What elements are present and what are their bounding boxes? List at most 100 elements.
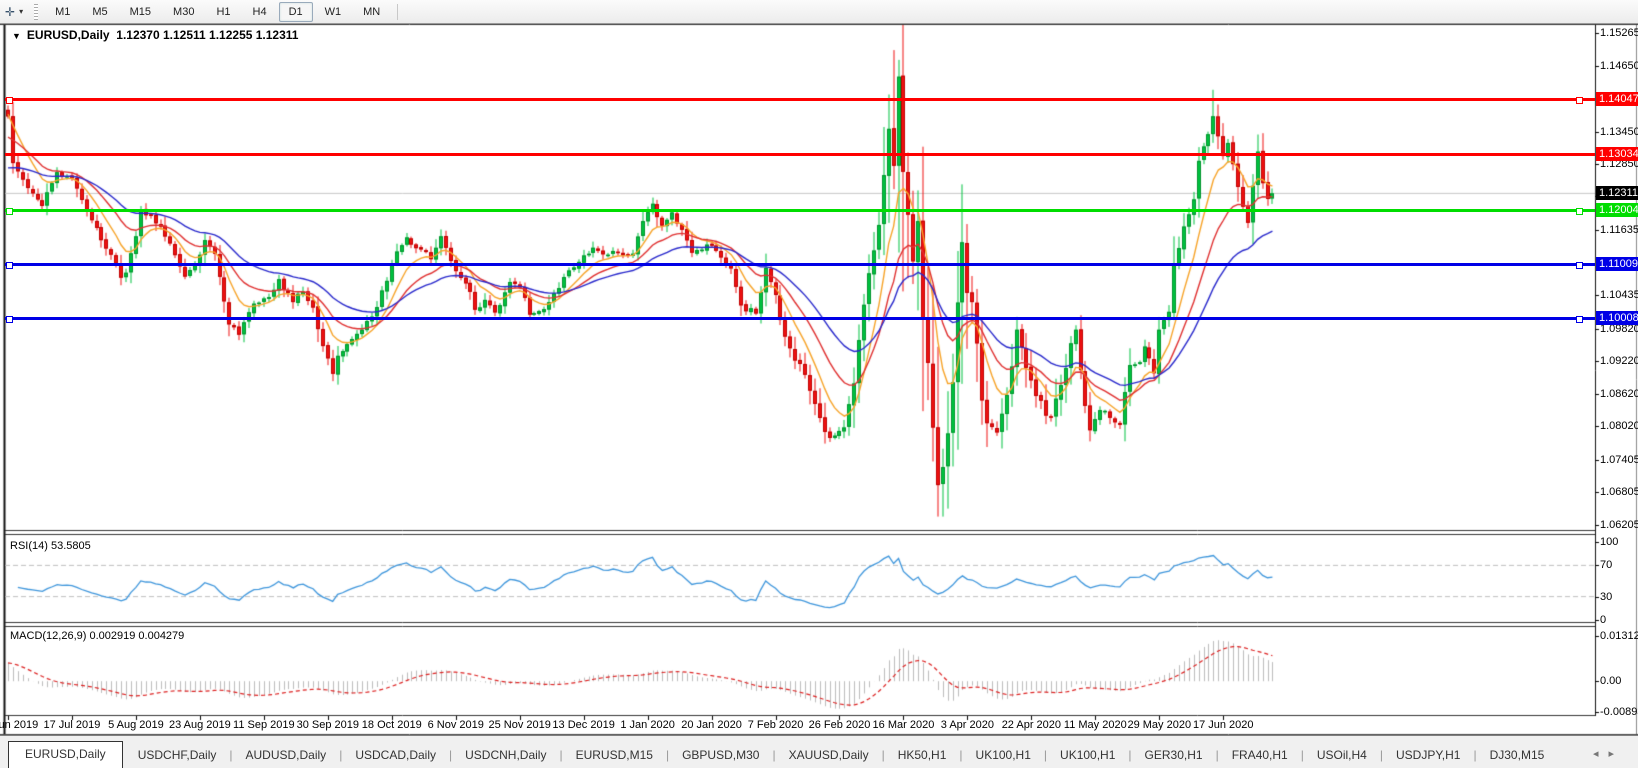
chart-overlays: ▼ EURUSD,Daily 1.12370 1.12511 1.12255 1.… <box>0 0 1638 767</box>
timeframe-button-m1[interactable]: M1 <box>45 2 80 22</box>
chart-tab-usdcad-daily[interactable]: USDCAD,Daily <box>342 743 449 768</box>
chart-tab-bar: EURUSD,Daily USDCHF,Daily | AUDUSD,Daily | US… <box>0 735 1638 768</box>
price-axis-tick: 1.06205 <box>1600 519 1638 531</box>
date-axis-label: 22 Apr 2020 <box>1001 719 1062 731</box>
rsi-axis-tick: 30 <box>1600 590 1613 603</box>
timeframe-button-mn[interactable]: MN <box>353 2 390 22</box>
timeframe-button-m15[interactable]: M15 <box>120 2 161 22</box>
date-axis-label: 3 Apr 2020 <box>940 719 994 731</box>
price-axis-tick: 1.10435 <box>1600 289 1638 302</box>
date-axis-label: 25 Nov 2019 <box>488 719 551 731</box>
price-hline-1.11009[interactable] <box>5 262 1595 266</box>
date-axis-label: 29 May 2020 <box>1127 719 1192 731</box>
price-axis-tick: 1.06805 <box>1600 486 1638 499</box>
chart-tab-hk50-h1[interactable]: HK50,H1 <box>885 743 960 768</box>
price-axis-tick: 1.15265 <box>1600 27 1638 39</box>
chart-tab-fra40-h1[interactable]: FRA40,H1 <box>1219 743 1301 768</box>
chart-tab-eurusd-daily[interactable]: EURUSD,Daily <box>8 741 123 768</box>
rsi-indicator-label: RSI(14) 53.5805 <box>10 540 91 552</box>
chart-tab-audusd-daily[interactable]: AUDUSD,Daily <box>233 743 340 768</box>
date-axis-label: 18 Oct 2019 <box>361 719 422 731</box>
price-axis-tick: 1.11635 <box>1600 224 1638 237</box>
macd-axis-tick: -0.008933 <box>1600 706 1638 718</box>
toolbar-grip <box>34 3 39 20</box>
cursor-tool-button[interactable]: ✛ ▾ <box>2 4 26 20</box>
hline-drag-handle[interactable] <box>6 261 13 269</box>
date-axis-label: 13 Dec 2019 <box>552 719 615 731</box>
hline-price-label: 1.10008 <box>1596 311 1638 326</box>
chart-ohlc-values: 1.12370 1.12511 1.12255 1.12311 <box>116 28 299 42</box>
timeframe-button-w1[interactable]: W1 <box>315 2 352 22</box>
hline-drag-handle[interactable] <box>1576 315 1583 323</box>
chart-tab-xauusd-daily[interactable]: XAUUSD,Daily <box>776 743 882 768</box>
chevron-down-icon: ▾ <box>19 7 24 16</box>
hline-price-label: 1.11009 <box>1596 257 1638 272</box>
timeframe-buttons: M1 M5 M15 M30 H1 H4 D1 W1 MN <box>44 1 391 22</box>
macd-axis-tick: 0.00 <box>1600 675 1622 688</box>
price-axis-tick: 1.14650 <box>1600 60 1638 73</box>
price-axis-tick: 1.08620 <box>1600 387 1638 400</box>
chart-menu-triangle-icon[interactable]: ▼ <box>12 31 21 41</box>
price-axis-tick: 1.13450 <box>1600 125 1638 138</box>
date-axis-label: 26 Feb 2020 <box>808 719 871 731</box>
chart-tab-eurusd-m15[interactable]: EURUSD,M15 <box>563 743 666 768</box>
price-hline-1.13034[interactable] <box>5 152 1595 156</box>
date-axis-label: 28 Jun 2019 <box>0 719 39 731</box>
hline-price-label: 1.14047 <box>1596 92 1638 107</box>
chart-tab-usdjpy-h1[interactable]: USDJPY,H1 <box>1383 743 1473 768</box>
price-axis-tick: 1.07405 <box>1600 453 1638 466</box>
date-axis-label: 16 Mar 2020 <box>872 719 935 731</box>
rsi-axis-tick: 0 <box>1600 614 1607 626</box>
price-hline-1.14047[interactable] <box>5 97 1595 101</box>
timeframe-toolbar: ✛ ▾ M1 M5 M15 M30 H1 H4 D1 W1 MN <box>0 0 1638 24</box>
hline-price-label: 1.12004 <box>1596 203 1638 218</box>
chart-tab-dj30-m15[interactable]: DJ30,M15 <box>1477 743 1558 768</box>
chart-tab-ger30-h1[interactable]: GER30,H1 <box>1132 743 1216 768</box>
chart-tab-usoil-h4[interactable]: USOil,H4 <box>1304 743 1380 768</box>
date-axis-label: 17 Jun 2020 <box>1192 719 1254 731</box>
rsi-axis-tick: 100 <box>1600 536 1619 548</box>
date-axis-label: 23 Aug 2019 <box>168 719 231 731</box>
hline-drag-handle[interactable] <box>6 315 13 323</box>
hline-drag-handle[interactable] <box>6 207 13 215</box>
chart-title: ▼ EURUSD,Daily 1.12370 1.12511 1.12255 1.… <box>12 28 298 42</box>
date-axis-label: 17 Jul 2019 <box>43 719 101 731</box>
timeframe-button-m30[interactable]: M30 <box>163 2 204 22</box>
timeframe-button-m5[interactable]: M5 <box>82 2 117 22</box>
chart-tab-usdchf-daily[interactable]: USDCHF,Daily <box>125 743 230 768</box>
crosshair-icon: ✛ <box>5 4 16 19</box>
date-axis-label: 5 Aug 2019 <box>108 719 164 731</box>
timeframe-button-d1[interactable]: D1 <box>278 1 313 22</box>
date-axis-label: 6 Nov 2019 <box>427 719 484 731</box>
date-axis-label: 30 Sep 2019 <box>296 719 359 731</box>
price-hline-1.12004[interactable] <box>5 208 1595 212</box>
price-axis-tick: 1.08020 <box>1600 420 1638 433</box>
price-axis-tick: 1.09220 <box>1600 355 1638 368</box>
chart-tab-uk100-h1[interactable]: UK100,H1 <box>963 743 1044 768</box>
tab-scroll-left-icon[interactable]: ◂ <box>1593 748 1609 760</box>
tab-scroll-right-icon[interactable]: ▸ <box>1608 748 1624 760</box>
timeframe-button-h1[interactable]: H1 <box>206 2 240 22</box>
macd-axis-tick: 0.013121 <box>1600 630 1638 642</box>
chart-symbol-label: EURUSD,Daily <box>26 28 110 42</box>
macd-indicator-label: MACD(12,26,9) 0.002919 0.004279 <box>10 630 185 642</box>
chart-tab-gbpusd-m30[interactable]: GBPUSD,M30 <box>669 743 772 768</box>
chart-tab-usdcnh-daily[interactable]: USDCNH,Daily <box>452 743 559 768</box>
hline-drag-handle[interactable] <box>6 96 13 104</box>
current-price-label: 1.12311 <box>1596 186 1638 201</box>
toolbar-separator <box>397 3 399 20</box>
timeframe-button-h4[interactable]: H4 <box>243 2 277 22</box>
date-axis-label: 20 Jan 2020 <box>681 719 742 731</box>
price-hline-1.10008[interactable] <box>5 316 1595 320</box>
hline-drag-handle[interactable] <box>1576 96 1583 104</box>
tab-scroll-arrows: ◂▸ <box>1593 747 1624 760</box>
hline-price-label: 1.13034 <box>1596 147 1638 162</box>
date-axis-label: 11 May 2020 <box>1063 719 1127 731</box>
hline-drag-handle[interactable] <box>1576 207 1583 215</box>
date-axis-label: 11 Sep 2019 <box>233 719 295 731</box>
chart-tab-uk100-h1[interactable]: UK100,H1 <box>1047 743 1128 768</box>
hline-drag-handle[interactable] <box>1576 261 1583 269</box>
chart-tabs: EURUSD,Daily USDCHF,Daily | AUDUSD,Daily | US… <box>0 739 1557 768</box>
date-axis-label: 7 Feb 2020 <box>747 719 804 731</box>
rsi-axis-tick: 70 <box>1600 559 1613 572</box>
